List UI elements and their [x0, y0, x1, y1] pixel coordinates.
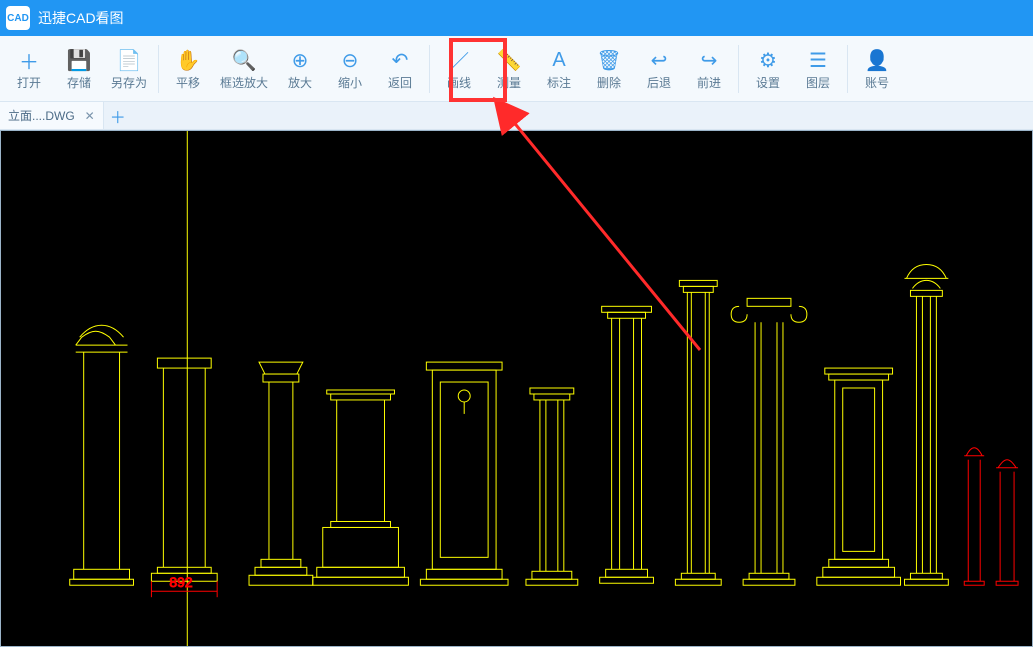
plus-icon: ＋	[19, 46, 39, 74]
save-button[interactable]: 💾 存储	[56, 40, 102, 98]
separator	[847, 45, 848, 93]
file-tab[interactable]: 立面....DWG ✕	[0, 102, 104, 129]
redo-icon: ↪	[701, 46, 718, 74]
zoomout-label: 缩小	[338, 74, 362, 91]
zoomwindow-label: 框选放大	[220, 74, 268, 91]
separator	[429, 45, 430, 93]
close-icon[interactable]: ✕	[85, 109, 95, 123]
separator	[158, 45, 159, 93]
save-label: 存储	[67, 74, 91, 91]
line-button[interactable]: ／ 画线	[436, 40, 482, 98]
saveas-label: 另存为	[111, 74, 147, 91]
main-toolbar: ＋ 打开 💾 存储 📄 另存为 ✋ 平移 🔍 框选放大 ⊕ 放大 ⊖ 缩小 ↶ …	[0, 36, 1033, 102]
zoomin-button[interactable]: ⊕ 放大	[277, 40, 323, 98]
save-icon: 💾	[67, 46, 92, 74]
pan-label: 平移	[176, 74, 200, 91]
redo-button[interactable]: ↪ 前进	[686, 40, 732, 98]
saveas-icon: 📄	[117, 46, 142, 74]
zoom-window-icon: 🔍	[232, 46, 257, 74]
saveas-button[interactable]: 📄 另存为	[106, 40, 152, 98]
zoomout-icon: ⊖	[342, 46, 359, 74]
user-icon: 👤	[865, 46, 890, 74]
zoomin-icon: ⊕	[292, 46, 309, 74]
layers-icon: ☰	[809, 46, 827, 74]
app-logo: CAD	[6, 6, 30, 30]
title-bar: CAD 迅捷CAD看图	[0, 0, 1033, 36]
add-tab-button[interactable]: ＋	[104, 102, 132, 129]
account-label: 账号	[865, 74, 889, 91]
hand-icon: ✋	[176, 46, 201, 74]
line-label: 画线	[447, 74, 471, 91]
undo-button[interactable]: ↩ 后退	[636, 40, 682, 98]
app-title: 迅捷CAD看图	[38, 8, 124, 28]
tab-bar: 立面....DWG ✕ ＋	[0, 102, 1033, 130]
gear-icon: ⚙	[759, 46, 777, 74]
zoomout-button[interactable]: ⊖ 缩小	[327, 40, 373, 98]
open-label: 打开	[17, 74, 41, 91]
separator	[738, 45, 739, 93]
trash-icon: 🗑	[596, 46, 621, 74]
undo-icon: ↩	[651, 46, 668, 74]
settings-label: 设置	[756, 74, 780, 91]
zoom-back-button[interactable]: ↶ 返回	[377, 40, 423, 98]
tab-label: 立面....DWG	[8, 107, 75, 124]
annotate-button[interactable]: A 标注	[536, 40, 582, 98]
dimension-label: 892	[169, 574, 193, 590]
measure-button[interactable]: 📏 测量	[486, 40, 532, 98]
delete-label: 删除	[597, 74, 621, 91]
zoomin-label: 放大	[288, 74, 312, 91]
open-button[interactable]: ＋ 打开	[6, 40, 52, 98]
cad-drawing: 892	[1, 131, 1032, 646]
annotate-label: 标注	[547, 74, 571, 91]
return-icon: ↶	[392, 46, 409, 74]
text-icon: A	[552, 46, 565, 74]
back-label: 返回	[388, 74, 412, 91]
layers-button[interactable]: ☰ 图层	[795, 40, 841, 98]
delete-button[interactable]: 🗑 删除	[586, 40, 632, 98]
account-button[interactable]: 👤 账号	[854, 40, 900, 98]
settings-button[interactable]: ⚙ 设置	[745, 40, 791, 98]
layers-label: 图层	[806, 74, 830, 91]
measure-label: 测量	[497, 74, 521, 91]
undo-label: 后退	[647, 74, 671, 91]
ruler-icon: 📏	[497, 46, 522, 74]
zoom-window-button[interactable]: 🔍 框选放大	[215, 40, 273, 98]
cad-canvas[interactable]: 892	[0, 130, 1033, 647]
pan-button[interactable]: ✋ 平移	[165, 40, 211, 98]
redo-label: 前进	[697, 74, 721, 91]
line-icon: ／	[449, 46, 469, 74]
